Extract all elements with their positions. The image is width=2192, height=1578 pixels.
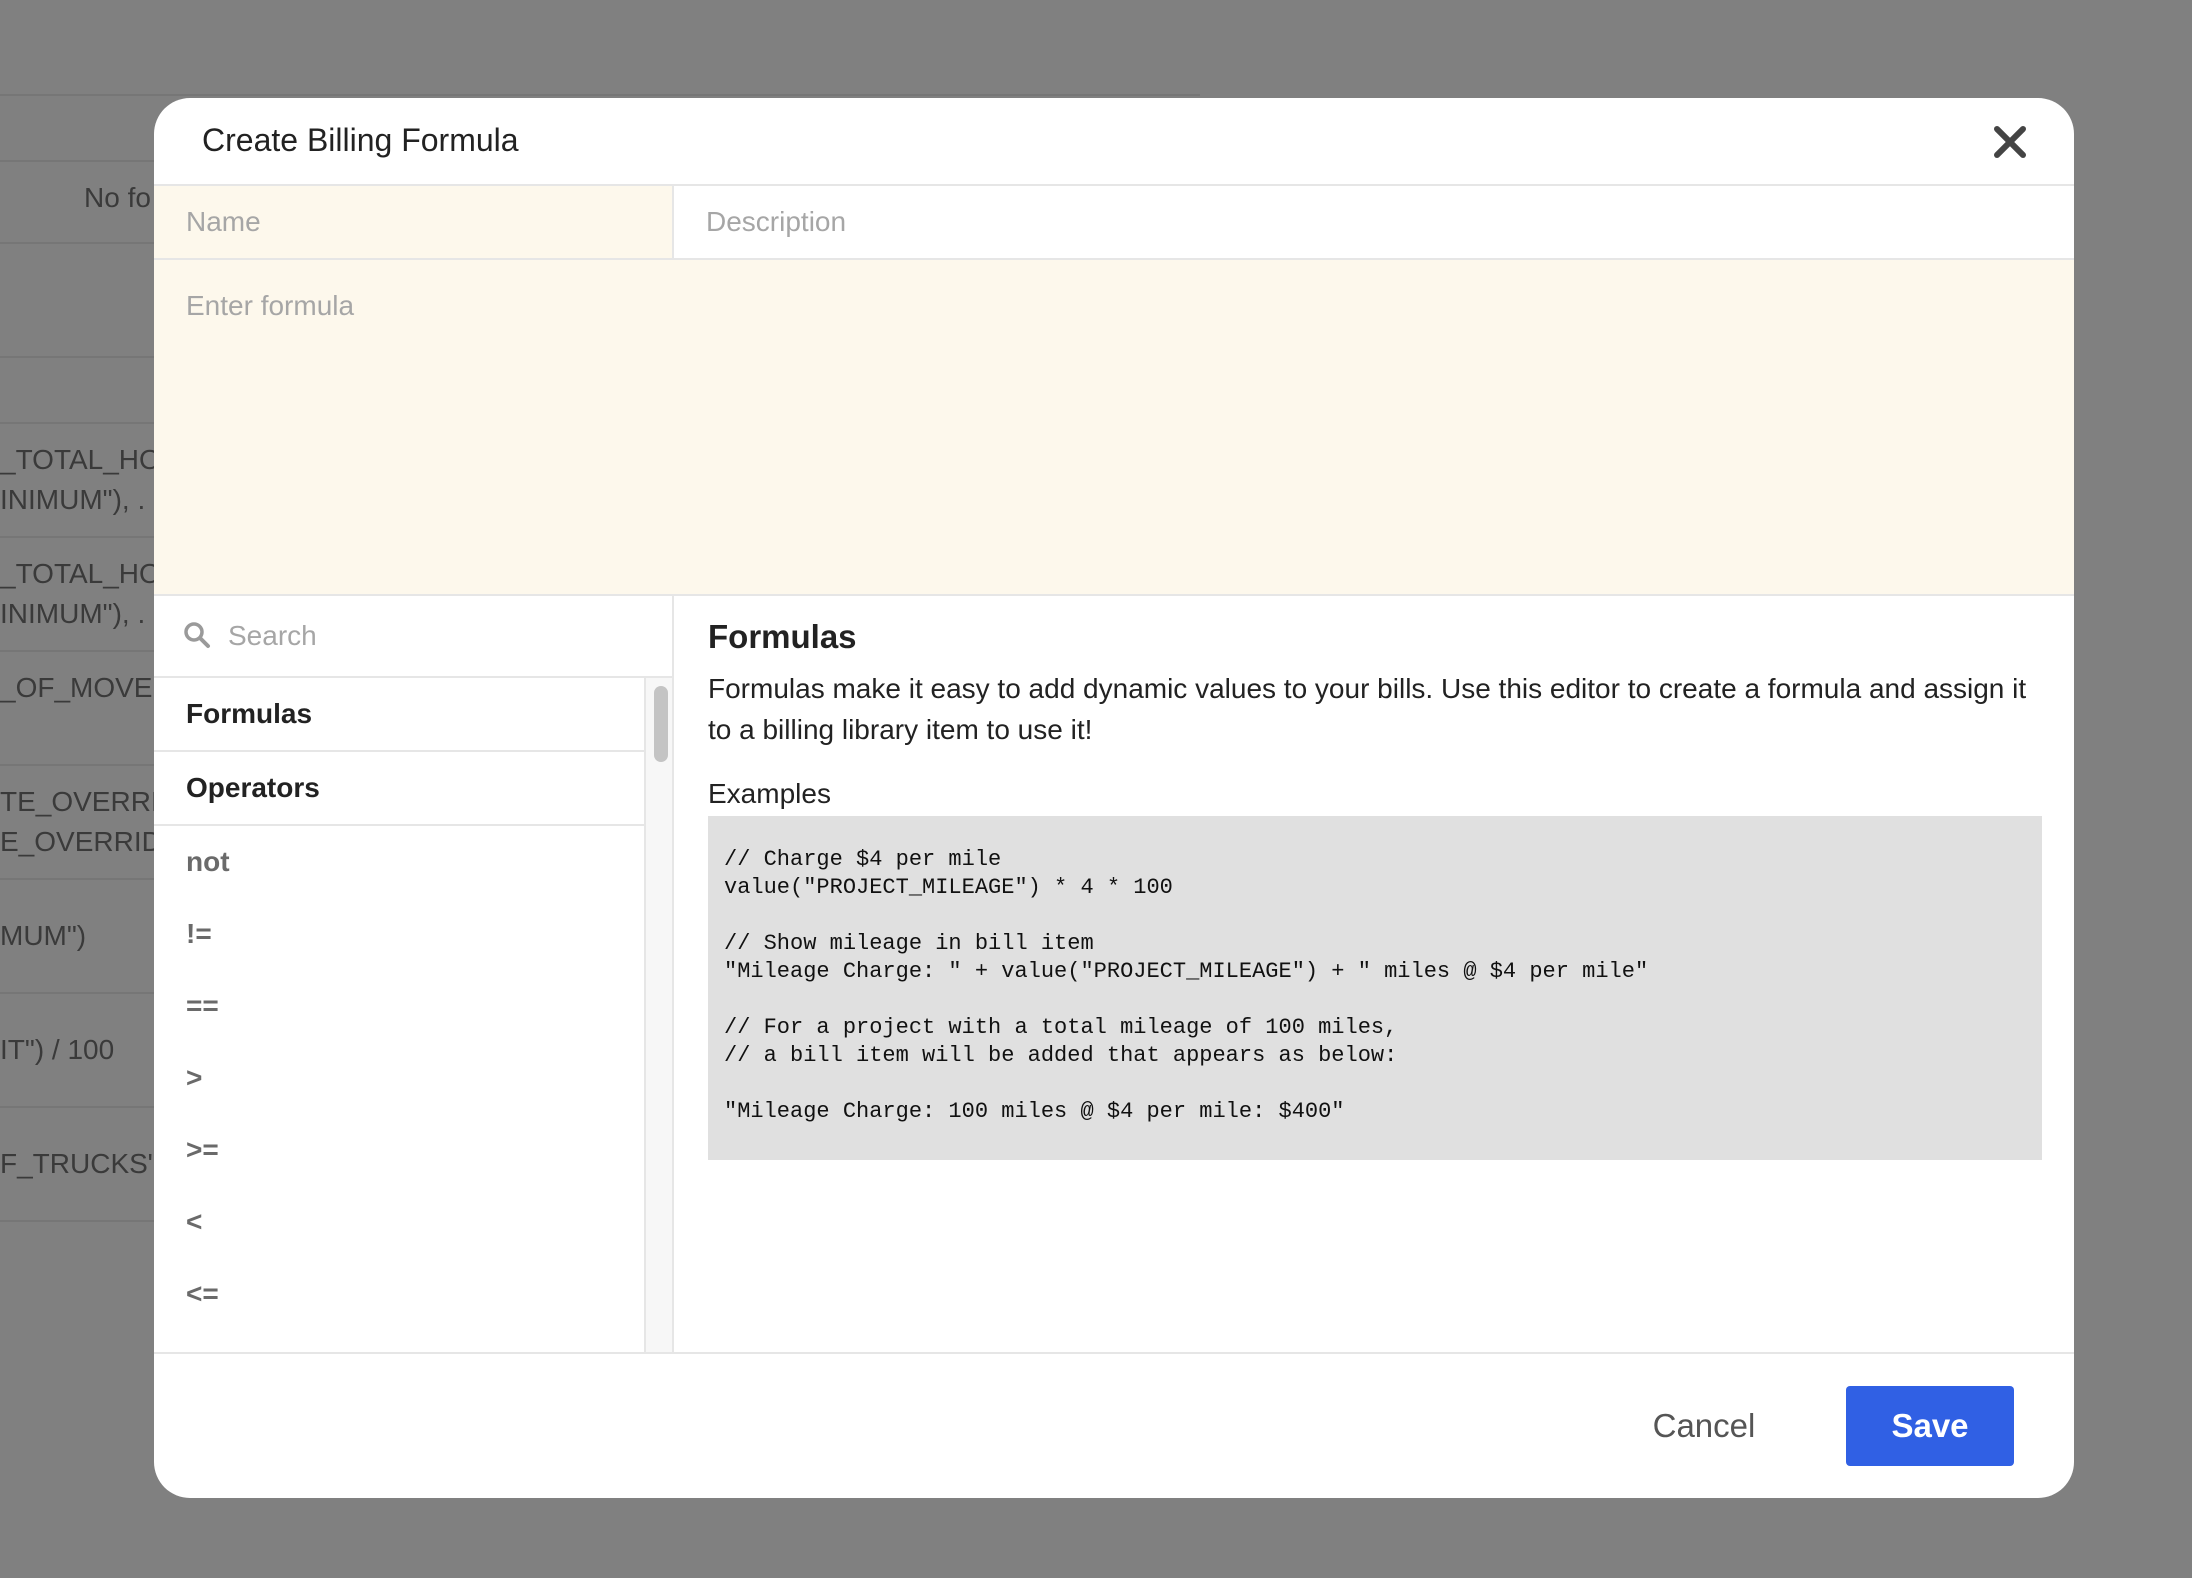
bg-divider (0, 1106, 160, 1108)
search-icon (184, 622, 210, 648)
operator-item[interactable]: > (154, 1042, 644, 1114)
modal-title: Create Billing Formula (202, 122, 519, 158)
sidebar-item-operators[interactable]: Operators (154, 752, 644, 826)
bg-divider (0, 764, 160, 766)
bg-divider (0, 160, 160, 162)
bg-divider (0, 650, 160, 652)
sidebar-search (154, 596, 672, 678)
operator-item[interactable]: <= (154, 1258, 644, 1330)
save-button[interactable]: Save (1846, 1386, 2014, 1466)
bg-divider (0, 536, 160, 538)
sidebar-item-formulas[interactable]: Formulas (154, 678, 644, 752)
example-code-block: // Charge $4 per mile value("PROJECT_MIL… (708, 816, 2042, 1160)
bg-row-text: INIMUM"), . (0, 484, 146, 515)
close-icon (1994, 126, 2026, 158)
content-description: Formulas make it easy to add dynamic val… (708, 673, 2027, 745)
content-title: Formulas (708, 618, 857, 655)
modal-header: Create Billing Formula (154, 98, 2074, 186)
bg-divider (0, 242, 160, 244)
scrollbar-thumb[interactable] (654, 686, 668, 762)
sidebar-scrollbar[interactable] (644, 678, 672, 1352)
modal-footer: Cancel Save (154, 1352, 2074, 1498)
reference-content: Formulas Formulas make it easy to add dy… (674, 596, 2074, 1352)
search-input[interactable] (226, 610, 650, 662)
bg-divider (0, 422, 160, 424)
close-button[interactable] (1988, 120, 2032, 164)
formula-input[interactable] (154, 260, 2074, 596)
bg-row-text: _TOTAL_HO (0, 444, 161, 475)
bg-row-text: F_TRUCKS") (0, 1148, 168, 1179)
cancel-button[interactable]: Cancel (1624, 1386, 1784, 1466)
bg-empty-text: No fo (84, 182, 151, 213)
bg-divider (0, 94, 1200, 96)
name-input[interactable] (154, 186, 674, 260)
reference-sidebar: Formulas Operators not != == > >= < <= (154, 596, 674, 1352)
operator-item[interactable]: == (154, 970, 644, 1042)
bg-divider (0, 878, 160, 880)
bg-row-text: TE_OVERRID (0, 786, 179, 817)
operator-item[interactable]: != (154, 898, 644, 970)
operator-item[interactable]: not (154, 826, 644, 898)
bg-row-text: INIMUM"), . (0, 598, 146, 629)
bg-row-text: _TOTAL_HO (0, 558, 161, 589)
description-input[interactable] (674, 186, 2074, 260)
create-billing-formula-modal: Create Billing Formula Formulas Operator… (154, 98, 2074, 1498)
bg-divider (0, 992, 160, 994)
operator-item[interactable]: < (154, 1186, 644, 1258)
bg-divider (0, 1220, 160, 1222)
bg-row-text: MUM") (0, 920, 87, 951)
examples-label: Examples (708, 778, 831, 809)
bg-row-text: IT") / 100 (0, 1034, 115, 1065)
reference-list: Formulas Operators not != == > >= < <= (154, 678, 644, 1352)
bg-row-text: _OF_MOVE (0, 672, 153, 703)
operator-item[interactable]: >= (154, 1114, 644, 1186)
bg-divider (0, 356, 160, 358)
